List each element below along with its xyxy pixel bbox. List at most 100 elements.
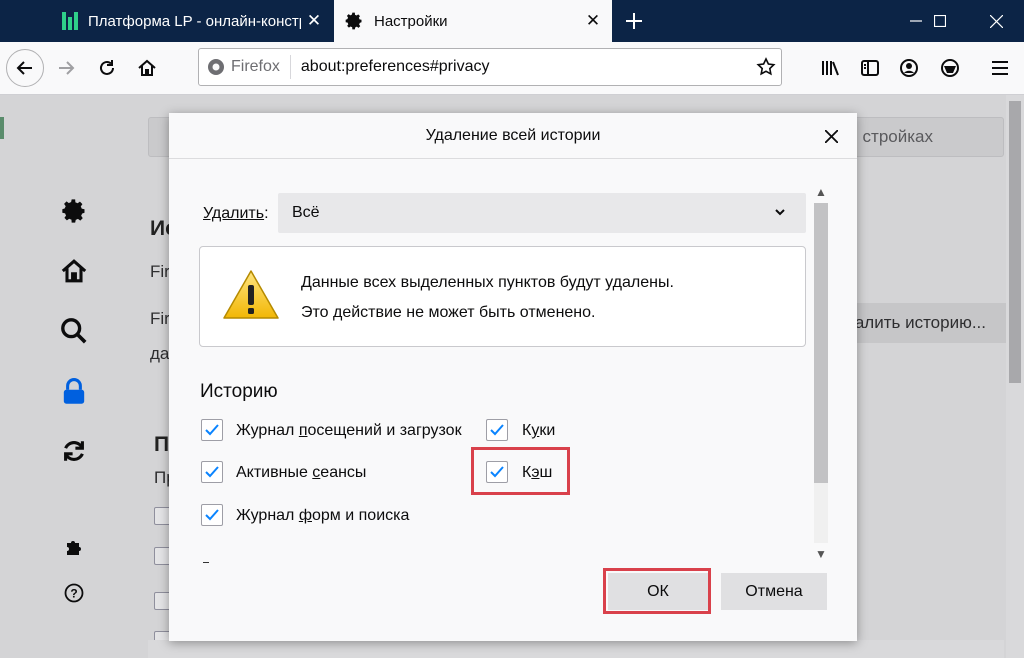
maximize-icon bbox=[934, 15, 946, 27]
sidebar-search[interactable] bbox=[58, 315, 90, 347]
horizontal-scrollbar[interactable] bbox=[148, 640, 1004, 658]
checkmark-icon bbox=[205, 509, 219, 521]
cache-label[interactable]: Кэш bbox=[522, 464, 552, 482]
section-text: Fir bbox=[150, 309, 170, 328]
warning-icon bbox=[223, 270, 279, 319]
tab-settings[interactable]: Настройки ✕ bbox=[334, 0, 612, 42]
window-close-button[interactable] bbox=[972, 0, 1020, 42]
svg-text:?: ? bbox=[70, 587, 77, 601]
dialog-title: Удаление всей истории bbox=[425, 126, 601, 144]
sidebar-button[interactable] bbox=[852, 50, 888, 86]
url-text[interactable]: about:preferences#privacy bbox=[301, 58, 751, 76]
back-button[interactable] bbox=[6, 49, 44, 87]
gear-icon bbox=[62, 199, 85, 223]
arrow-left-icon bbox=[16, 61, 32, 75]
clear-history-dialog: Удаление всей истории Удалить: Всё Данны… bbox=[169, 113, 857, 641]
sidebar-home[interactable] bbox=[58, 255, 90, 287]
maximize-button[interactable] bbox=[916, 0, 964, 42]
tab-lp-platform[interactable]: Платформа LP - онлайн-конструктор ✕ bbox=[48, 0, 333, 42]
history-section-title: Историю bbox=[200, 381, 278, 402]
scrollbar-thumb[interactable] bbox=[814, 203, 828, 483]
tab-title: Платформа LP - онлайн-конструктор bbox=[88, 12, 301, 30]
cancel-button[interactable]: Отмена bbox=[721, 573, 827, 610]
dialog-close-button[interactable] bbox=[819, 124, 843, 148]
cookies-label[interactable]: Куки bbox=[522, 422, 555, 440]
forward-button[interactable] bbox=[48, 50, 84, 86]
gear-icon bbox=[345, 12, 362, 30]
time-range-label: Удалить: bbox=[203, 205, 269, 222]
account-button[interactable] bbox=[891, 50, 927, 86]
account-icon bbox=[900, 59, 918, 77]
home-icon bbox=[61, 259, 87, 283]
edge-accent bbox=[0, 117, 4, 139]
reload-icon bbox=[100, 60, 114, 75]
page-scrollbar[interactable] bbox=[1006, 95, 1024, 658]
section-text: Fir bbox=[150, 262, 170, 281]
checkmark-icon bbox=[490, 466, 504, 478]
time-range-value: Всё bbox=[292, 204, 320, 221]
dialog-header: Удаление всей истории bbox=[169, 113, 857, 159]
ok-button[interactable]: ОК bbox=[608, 573, 708, 610]
tab-title: Настройки bbox=[374, 12, 448, 30]
vpn-shield-icon bbox=[941, 59, 959, 77]
home-button[interactable] bbox=[129, 50, 165, 86]
browsing-history-label[interactable]: Журнал посещений и загрузок bbox=[236, 422, 462, 440]
plus-icon bbox=[626, 13, 642, 29]
sidebar-help[interactable]: ? bbox=[58, 577, 90, 609]
search-icon bbox=[61, 318, 87, 344]
form-history-label[interactable]: Журнал форм и поиска bbox=[236, 507, 409, 525]
dialog-scrollbar[interactable]: ▲ ▼ bbox=[812, 183, 830, 563]
tab-bar: Платформа LP - онлайн-конструктор ✕ Наст… bbox=[0, 0, 1024, 42]
puzzle-icon bbox=[67, 541, 81, 555]
lp-logo-icon bbox=[62, 12, 78, 30]
close-icon[interactable]: ✕ bbox=[301, 8, 327, 34]
cookies-checkbox[interactable] bbox=[486, 419, 508, 441]
sidebar-icon bbox=[861, 60, 879, 76]
warning-box: Данные всех выделенных пунктов будут уда… bbox=[199, 246, 806, 347]
sidebar-privacy[interactable] bbox=[58, 375, 90, 407]
star-icon bbox=[756, 57, 776, 76]
warning-text: Данные всех выделенных пунктов будут уда… bbox=[301, 274, 674, 291]
close-icon bbox=[824, 129, 838, 143]
identity-label: Firefox bbox=[231, 58, 280, 75]
time-range-select[interactable]: Всё bbox=[278, 193, 806, 233]
sidebar-sync[interactable] bbox=[58, 435, 90, 467]
checkmark-icon bbox=[205, 424, 219, 436]
section-text: да bbox=[150, 344, 170, 363]
new-tab-button[interactable] bbox=[618, 6, 650, 36]
menu-button[interactable] bbox=[982, 50, 1018, 86]
library-button[interactable] bbox=[812, 50, 848, 86]
arrow-right-icon bbox=[59, 61, 75, 75]
form-history-checkbox[interactable] bbox=[201, 504, 223, 526]
firefox-icon bbox=[208, 59, 224, 75]
help-icon: ? bbox=[64, 583, 84, 603]
close-icon[interactable]: ✕ bbox=[580, 8, 606, 34]
bookmark-star-button[interactable] bbox=[751, 57, 781, 77]
extension-button[interactable] bbox=[932, 50, 968, 86]
search-text: стройках bbox=[862, 127, 933, 146]
sidebar-addons[interactable] bbox=[58, 531, 90, 563]
url-bar[interactable]: Firefox about:preferences#privacy bbox=[198, 48, 782, 86]
sidebar-general[interactable] bbox=[58, 195, 90, 227]
identity-box[interactable]: Firefox bbox=[199, 55, 291, 79]
section-heading: П bbox=[154, 433, 170, 456]
checkmark-icon bbox=[205, 466, 219, 478]
checkmark-icon bbox=[490, 424, 504, 436]
home-icon bbox=[138, 59, 156, 76]
scroll-down-icon[interactable]: ▼ bbox=[812, 545, 830, 563]
library-icon bbox=[822, 61, 839, 76]
active-sessions-label[interactable]: Активные сеансы bbox=[236, 464, 366, 482]
cache-checkbox[interactable] bbox=[486, 461, 508, 483]
clipped-content-hint bbox=[203, 562, 209, 563]
sync-icon bbox=[64, 441, 84, 461]
active-sessions-checkbox[interactable] bbox=[201, 461, 223, 483]
hamburger-icon bbox=[992, 61, 1008, 75]
navigation-toolbar: Firefox about:preferences#privacy bbox=[0, 42, 1024, 95]
reload-button[interactable] bbox=[89, 50, 125, 86]
warning-text: Это действие не может быть отменено. bbox=[301, 304, 596, 321]
scrollbar-thumb[interactable] bbox=[1009, 101, 1021, 383]
scroll-up-icon[interactable]: ▲ bbox=[812, 183, 830, 201]
close-icon bbox=[989, 14, 1003, 28]
lock-icon bbox=[63, 378, 85, 404]
browsing-history-checkbox[interactable] bbox=[201, 419, 223, 441]
